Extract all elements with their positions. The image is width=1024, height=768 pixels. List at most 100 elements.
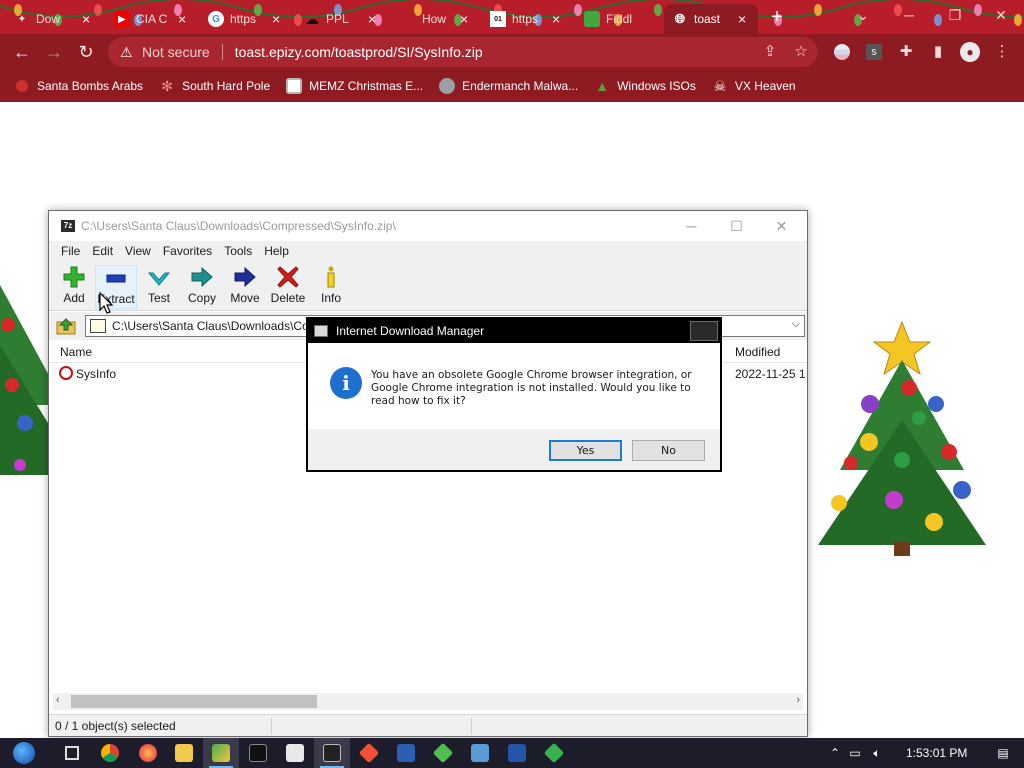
sourcetree-taskbar-button[interactable] bbox=[536, 738, 572, 768]
horizontal-scrollbar[interactable]: ‹ › bbox=[53, 693, 803, 710]
dialog-message: You have an obsolete Google Chrome brows… bbox=[371, 369, 692, 407]
volume-icon[interactable]: 🔈︎ bbox=[866, 746, 888, 761]
tab-dow[interactable]: ✦ Dow × bbox=[6, 4, 102, 34]
close-icon[interactable]: ✕ bbox=[759, 211, 804, 241]
move-button[interactable]: Move bbox=[224, 265, 266, 309]
bookmark-vx-heaven[interactable]: ☠ VX Heaven bbox=[712, 78, 796, 94]
menu-file[interactable]: File bbox=[55, 244, 86, 258]
share-icon[interactable]: ⇪ bbox=[760, 42, 780, 62]
powershell-taskbar-button[interactable] bbox=[388, 738, 424, 768]
paint-taskbar-button[interactable] bbox=[203, 738, 239, 768]
status-divider bbox=[471, 718, 472, 734]
cmd-taskbar-button[interactable] bbox=[240, 738, 276, 768]
task-view-button[interactable] bbox=[54, 738, 90, 768]
bookmark-windows-isos[interactable]: ▲ Windows ISOs bbox=[594, 78, 696, 94]
menu-view[interactable]: View bbox=[119, 244, 157, 258]
bookmark-star-icon[interactable]: ☆ bbox=[791, 42, 811, 62]
close-tab-icon[interactable]: × bbox=[460, 11, 472, 27]
move-label: Move bbox=[230, 291, 260, 305]
bookmark-south-hard-pole[interactable]: ✻ South Hard Pole bbox=[159, 78, 270, 94]
chrome-taskbar-button[interactable] bbox=[92, 738, 128, 768]
tab-binary[interactable]: 01 https × bbox=[482, 4, 572, 34]
folder-up-icon[interactable] bbox=[55, 316, 77, 336]
flag-extension-icon[interactable] bbox=[832, 42, 852, 62]
tab-toast[interactable]: 🌐︎ toast × bbox=[664, 4, 758, 34]
bookmark-label: Endermanch Malwa... bbox=[462, 79, 579, 93]
bookmark-santa-bombs[interactable]: Santa Bombs Arabs bbox=[14, 78, 143, 94]
kebab-menu-icon[interactable]: ⋮ bbox=[992, 42, 1012, 62]
profile-avatar-icon[interactable]: ● bbox=[960, 42, 980, 62]
column-name[interactable]: Name bbox=[60, 345, 92, 359]
firefox-taskbar-button[interactable] bbox=[130, 738, 166, 768]
chevron-up-icon[interactable]: ⌃ bbox=[826, 746, 844, 760]
menu-favorites[interactable]: Favorites bbox=[157, 244, 218, 258]
minimize-icon[interactable]: ─ bbox=[669, 211, 714, 241]
no-button[interactable]: No bbox=[632, 440, 705, 461]
tab-search-chevron-icon[interactable]: ⌄ bbox=[840, 0, 886, 30]
tab-strip: ✦ Dow × ▶ CIA C × G https × ☁ PPL × How … bbox=[0, 0, 1024, 34]
control-panel-taskbar-button[interactable] bbox=[462, 738, 498, 768]
sourcetree-icon bbox=[543, 742, 565, 764]
start-button[interactable] bbox=[6, 738, 42, 768]
forward-arrow-icon[interactable]: → bbox=[42, 40, 66, 64]
close-icon[interactable]: ✕ bbox=[978, 0, 1024, 30]
delete-button[interactable]: Delete bbox=[267, 265, 309, 309]
powershell-ise-taskbar-button[interactable] bbox=[499, 738, 535, 768]
scroll-left-icon[interactable]: ‹ bbox=[56, 694, 60, 706]
side-panel-icon[interactable]: ▮ bbox=[928, 42, 948, 62]
test-button[interactable]: Test bbox=[138, 265, 180, 309]
new-tab-button[interactable]: + bbox=[766, 6, 788, 28]
scroll-thumb[interactable] bbox=[71, 695, 317, 708]
tab-cia[interactable]: ▶ CIA C × bbox=[106, 4, 198, 34]
close-tab-icon[interactable]: × bbox=[368, 11, 380, 27]
bookmarks-bar: Santa Bombs Arabs ✻ South Hard Pole MEMZ… bbox=[0, 70, 1024, 102]
restore-icon[interactable]: ❐ bbox=[932, 0, 978, 30]
close-tab-icon[interactable]: × bbox=[178, 11, 190, 27]
address-divider bbox=[221, 44, 223, 60]
s-extension-icon[interactable]: s bbox=[864, 42, 884, 62]
back-arrow-icon[interactable]: ← bbox=[10, 40, 34, 64]
copy-button[interactable]: Copy bbox=[181, 265, 223, 309]
tab-google[interactable]: G https × bbox=[200, 4, 292, 34]
menu-help[interactable]: Help bbox=[258, 244, 295, 258]
tab-fiddle[interactable]: Fiddl bbox=[576, 4, 660, 34]
tab-title: Fiddl bbox=[606, 12, 633, 26]
close-tab-icon[interactable]: × bbox=[82, 11, 94, 27]
menu-edit[interactable]: Edit bbox=[86, 244, 119, 258]
tab-ppl[interactable]: ☁ PPL × bbox=[296, 4, 388, 34]
warning-triangle-icon[interactable]: ⚠ bbox=[120, 44, 136, 61]
info-button[interactable]: Info bbox=[310, 265, 352, 309]
git-taskbar-button[interactable] bbox=[351, 738, 387, 768]
close-tab-icon[interactable]: × bbox=[272, 11, 284, 27]
scroll-right-icon[interactable]: › bbox=[796, 694, 800, 706]
puzzle-extensions-icon[interactable]: ✚ bbox=[896, 42, 916, 62]
url-text[interactable]: toast.epizy.com/toastprod/SI/SysInfo.zip bbox=[235, 44, 483, 60]
menu-tools[interactable]: Tools bbox=[218, 244, 258, 258]
dialog-titlebar[interactable]: Internet Download Manager bbox=[308, 319, 720, 343]
package-taskbar-button[interactable] bbox=[277, 738, 313, 768]
7zip-titlebar[interactable]: 7z C:\Users\Santa Claus\Downloads\Compre… bbox=[49, 211, 807, 241]
add-button[interactable]: Add bbox=[53, 265, 95, 309]
notifications-icon[interactable]: ▤ bbox=[997, 746, 1008, 760]
7zip-taskbar-button[interactable] bbox=[314, 738, 350, 768]
7zip-app-icon: 7z bbox=[61, 220, 75, 232]
explorer-taskbar-button[interactable] bbox=[166, 738, 202, 768]
maximize-icon[interactable]: ☐ bbox=[714, 211, 759, 241]
notepad-plus-taskbar-button[interactable] bbox=[425, 738, 461, 768]
security-label[interactable]: Not secure bbox=[142, 44, 210, 60]
bookmark-memz[interactable]: MEMZ Christmas E... bbox=[286, 78, 423, 94]
file-name[interactable]: SysInfo bbox=[76, 367, 116, 381]
bookmark-endermanch[interactable]: Endermanch Malwa... bbox=[439, 78, 578, 94]
address-bar[interactable]: ⚠ Not secure toast.epizy.com/toastprod/S… bbox=[108, 37, 818, 67]
tab-how[interactable]: How × bbox=[392, 4, 480, 34]
chevron-down-icon[interactable]: ⌵ bbox=[792, 318, 800, 331]
taskbar-clock[interactable]: 1:53:01 PM bbox=[906, 746, 967, 760]
close-tab-icon[interactable]: × bbox=[738, 11, 750, 27]
yes-button[interactable]: Yes bbox=[549, 440, 622, 461]
reload-icon[interactable]: ↻ bbox=[74, 40, 98, 64]
minimize-icon[interactable]: ─ bbox=[886, 0, 932, 30]
column-modified[interactable]: Modified bbox=[735, 345, 780, 359]
close-tab-icon[interactable]: × bbox=[552, 11, 564, 27]
network-icon[interactable]: ▭ bbox=[844, 746, 866, 760]
dialog-close-button[interactable] bbox=[690, 321, 718, 341]
